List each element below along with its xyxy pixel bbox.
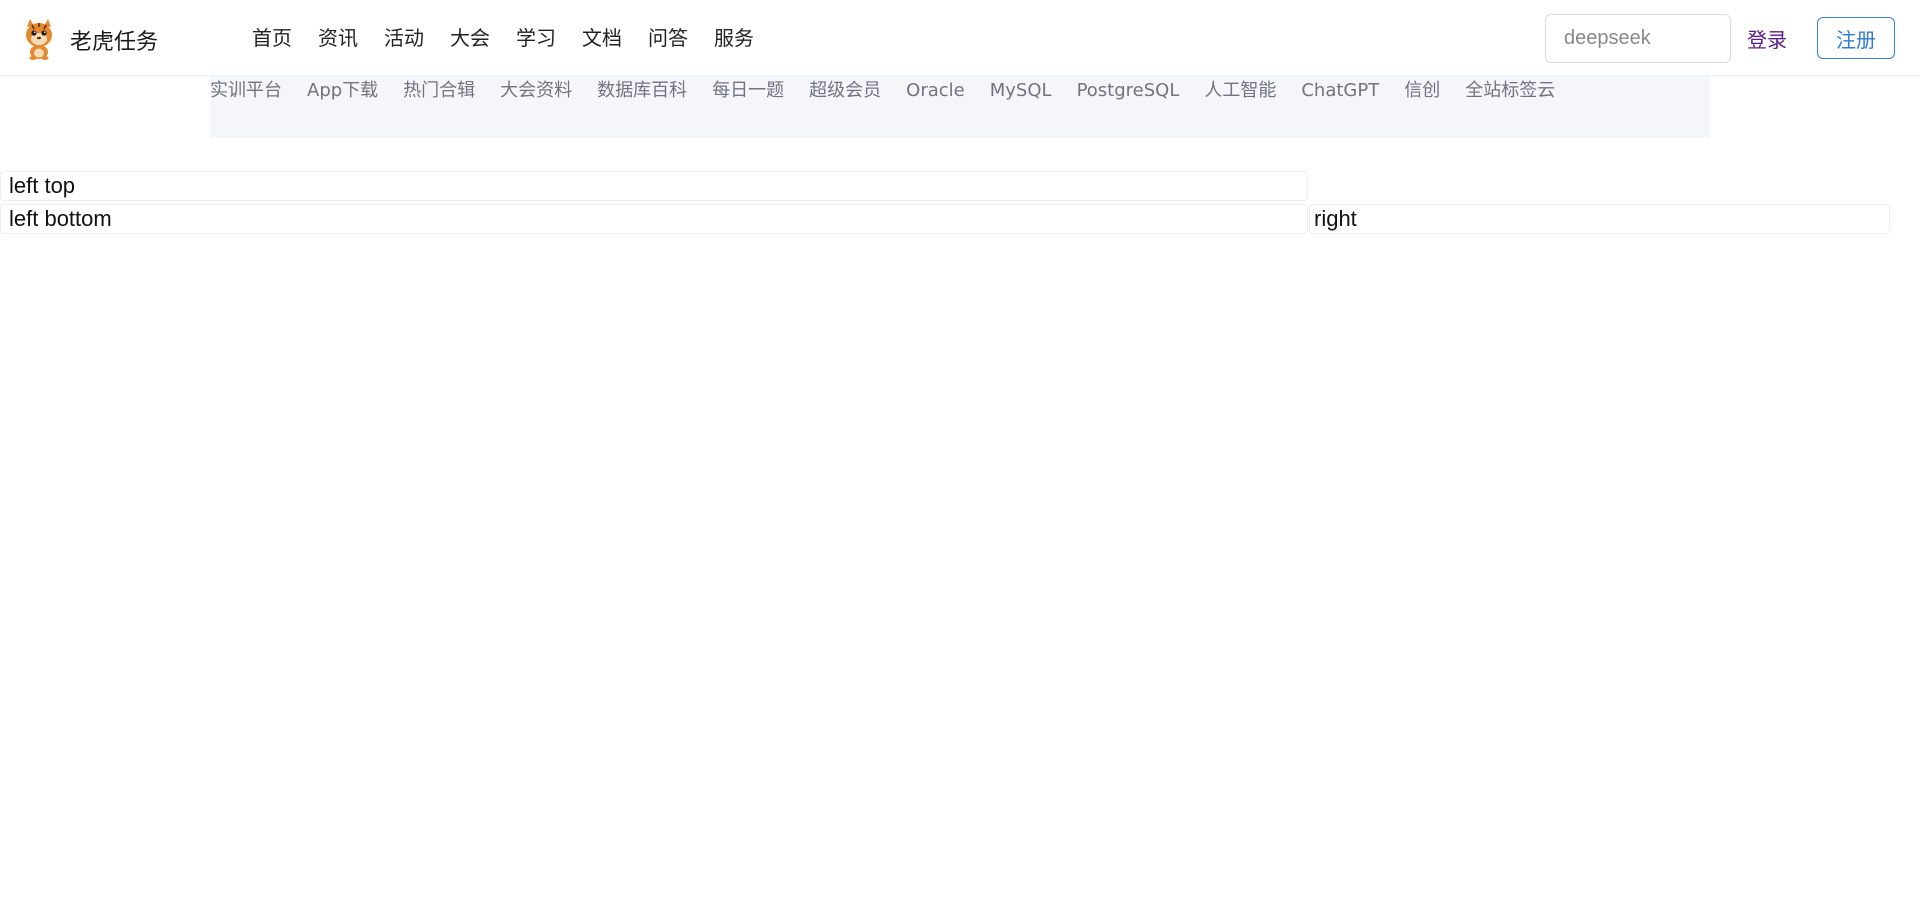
left-bottom-panel: left bottom [0,204,1308,234]
subnav-item-oracle[interactable]: Oracle [906,76,965,104]
subnav-item-app-download[interactable]: App下载 [307,76,378,104]
tiger-logo-icon[interactable] [20,18,58,60]
subnav-item-tag-cloud[interactable]: 全站标签云 [1465,76,1555,104]
subnav-item-xinchuang[interactable]: 信创 [1404,76,1440,104]
subnav-item-super-member[interactable]: 超级会员 [809,76,881,104]
subnav-item-chatgpt[interactable]: ChatGPT [1301,76,1379,104]
subnav-item-hot-collections[interactable]: 热门合辑 [403,76,475,104]
nav-item-learn[interactable]: 学习 [516,22,556,54]
subnav-item-postgresql[interactable]: PostgreSQL [1077,76,1180,104]
site-header: 老虎任务 首页 资讯 活动 大会 学习 文档 问答 服务 登录 注册 [0,0,1920,76]
nav-item-services[interactable]: 服务 [714,22,754,54]
right-panel: right [1309,204,1890,234]
search-input[interactable] [1545,14,1731,63]
nav-item-news[interactable]: 资讯 [318,22,358,54]
subnav-item-conference-materials[interactable]: 大会资料 [500,76,572,104]
subnav-item-mysql[interactable]: MySQL [990,76,1052,104]
subnav-item-daily-question[interactable]: 每日一题 [712,76,784,104]
subnav-item-db-wiki[interactable]: 数据库百科 [597,76,687,104]
subnav-item-training[interactable]: 实训平台 [210,76,282,104]
nav-item-docs[interactable]: 文档 [582,22,622,54]
login-link[interactable]: 登录 [1747,24,1787,53]
sub-nav-bar: 实训平台 App下载 热门合辑 大会资料 数据库百科 每日一题 超级会员 Ora… [210,76,1710,138]
subnav-item-ai[interactable]: 人工智能 [1204,76,1276,104]
nav-item-conference[interactable]: 大会 [450,22,490,54]
nav-item-events[interactable]: 活动 [384,22,424,54]
sub-nav-items: 实训平台 App下载 热门合辑 大会资料 数据库百科 每日一题 超级会员 Ora… [210,76,1580,104]
register-button[interactable]: 注册 [1817,17,1895,59]
nav-item-home[interactable]: 首页 [252,22,292,54]
site-brand[interactable]: 老虎任务 [70,24,158,56]
left-top-panel: left top [0,171,1308,201]
nav-item-qa[interactable]: 问答 [648,22,688,54]
main-nav: 首页 资讯 活动 大会 学习 文档 问答 服务 [252,22,780,54]
